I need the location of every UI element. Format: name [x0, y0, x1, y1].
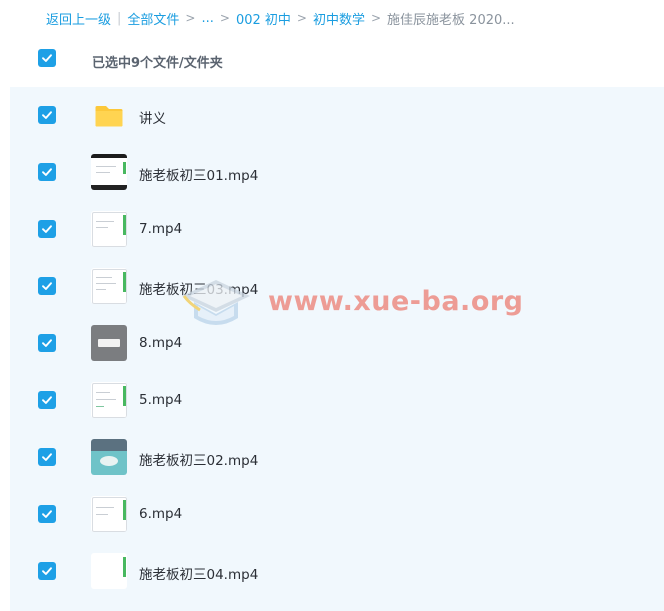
chevron-right-icon: > [296, 11, 307, 25]
breadcrumb-math[interactable]: 初中数学 [313, 9, 365, 28]
breadcrumb-ellipsis[interactable]: ... [201, 11, 213, 26]
check-icon [42, 567, 52, 575]
check-icon [42, 282, 52, 290]
check-icon [42, 396, 52, 404]
video-thumbnail [91, 553, 127, 589]
file-name[interactable]: 7.mp4 [139, 221, 182, 237]
breadcrumb-current-folder: 施佳辰施老板 2020... [387, 12, 515, 28]
file-name[interactable]: 施老板初三02.mp4 [139, 449, 258, 469]
file-name[interactable]: 5.mp4 [139, 392, 182, 408]
video-thumbnail [91, 268, 127, 304]
video-thumbnail [91, 496, 127, 532]
file-row[interactable]: 6.mp4 [10, 486, 664, 543]
check-icon [42, 339, 52, 347]
file-name[interactable]: 施老板初三03.mp4 [139, 278, 258, 298]
row-checkbox[interactable] [38, 277, 56, 295]
file-row[interactable]: 施老板初三04.mp4 [10, 543, 664, 600]
row-checkbox[interactable] [38, 562, 56, 580]
selection-count: 已选中9个文件/文件夹 [92, 56, 223, 71]
video-thumbnail [91, 439, 127, 475]
file-row[interactable]: 8.mp4 [10, 315, 664, 372]
folder-icon [91, 97, 127, 133]
chevron-right-icon: > [185, 11, 196, 25]
file-name[interactable]: 8.mp4 [139, 335, 182, 351]
file-name[interactable]: 6.mp4 [139, 506, 182, 522]
check-icon [42, 168, 52, 176]
file-row[interactable]: 讲义 [10, 87, 664, 144]
file-name[interactable]: 讲义 [139, 107, 166, 127]
file-row[interactable]: 5.mp4 [10, 372, 664, 429]
check-icon [42, 453, 52, 461]
video-thumbnail [91, 211, 127, 247]
check-icon [42, 111, 52, 119]
row-checkbox[interactable] [38, 220, 56, 238]
row-checkbox[interactable] [38, 334, 56, 352]
row-checkbox[interactable] [38, 505, 56, 523]
row-checkbox[interactable] [38, 163, 56, 181]
breadcrumb-all-files[interactable]: 全部文件 [127, 9, 179, 28]
file-row[interactable]: 施老板初三03.mp4 [10, 258, 664, 315]
breadcrumb-divider: | [117, 10, 122, 26]
file-name[interactable]: 施老板初三04.mp4 [139, 563, 258, 583]
breadcrumb-junior-high[interactable]: 002 初中 [236, 9, 291, 28]
row-checkbox[interactable] [38, 106, 56, 124]
selection-header: 已选中9个文件/文件夹 [0, 35, 664, 85]
file-row[interactable]: 施老板初三01.mp4 [10, 144, 664, 201]
video-thumbnail [91, 325, 127, 361]
row-checkbox[interactable] [38, 391, 56, 409]
video-thumbnail [91, 154, 127, 190]
chevron-right-icon: > [219, 11, 230, 25]
file-row[interactable]: 7.mp4 [10, 201, 664, 258]
back-link[interactable]: 返回上一级 [46, 9, 111, 28]
check-icon [42, 225, 52, 233]
chevron-right-icon: > [370, 11, 382, 25]
file-name[interactable]: 施老板初三01.mp4 [139, 164, 258, 184]
file-list: 讲义 施老板初三01.mp4 7.mp4 施老板初三03.mp4 8.mp4 5… [10, 87, 664, 611]
video-thumbnail [91, 382, 127, 418]
select-all-checkbox[interactable] [38, 49, 56, 67]
check-icon [42, 510, 52, 518]
check-icon [42, 54, 52, 62]
row-checkbox[interactable] [38, 448, 56, 466]
breadcrumb: 返回上一级 | 全部文件 > ... > 002 初中 > 初中数学 > 施佳辰… [46, 9, 515, 28]
file-row[interactable]: 施老板初三02.mp4 [10, 429, 664, 486]
